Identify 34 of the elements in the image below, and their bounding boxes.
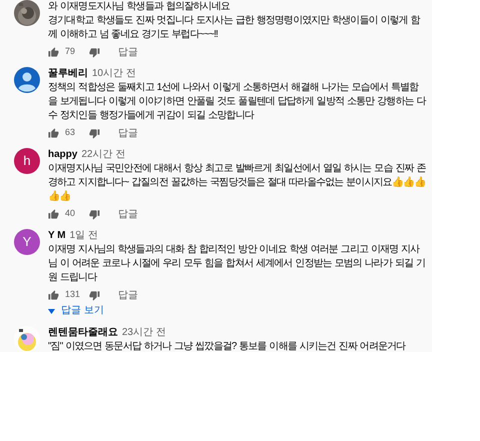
thumbs-down-icon[interactable]: [89, 208, 100, 220]
comment-time[interactable]: 22시간 전: [81, 148, 126, 162]
comment-text: 와 이재명도지사님 학생들과 협의잘하시네요: [48, 0, 231, 14]
letter-avatar: Y: [14, 229, 40, 255]
like-count: 40: [65, 207, 76, 220]
caret-icon: [48, 308, 55, 314]
comment-time[interactable]: 23시간 전: [122, 326, 166, 340]
letter-avatar: h: [14, 148, 40, 174]
thumbs-up-icon[interactable]: [48, 208, 59, 220]
author-name[interactable]: Y M: [48, 229, 66, 243]
comment-time[interactable]: 10시간 전: [92, 67, 136, 81]
thumbs-up-icon[interactable]: [48, 46, 59, 58]
like-count: 63: [65, 126, 76, 140]
reply-button[interactable]: 답글: [118, 206, 138, 222]
like-count: 79: [65, 45, 76, 58]
thumbs-up-icon[interactable]: [48, 128, 59, 138]
reply-button[interactable]: 답글: [118, 126, 138, 140]
comment-text: 이재명지사님 국민안전에 대해서 항상 최고로 발빠르게 최일선에서 열일 하시는 모습 진짜 존경하고 지지합니다~ 갑질의전 꿀값하는 국찜당것들은 절대 따라올수없는 분이시지요👍👍👍👍👍: [48, 162, 426, 204]
view-replies-button[interactable]: 답글 보기: [48, 304, 104, 318]
comment-time[interactable]: 1일 전: [70, 229, 98, 243]
thumbs-down-icon[interactable]: [89, 128, 100, 138]
comment-text: "짐" 이였으면 동문서답 하거나 그냥 씹깠을걸? 통보를 이해를 시키는건 진짜 어려운거다: [48, 340, 407, 352]
thumbs-down-icon[interactable]: [89, 46, 100, 58]
author-name[interactable]: 꿀루베리: [48, 67, 88, 81]
comment-text: 이재명 지사님의 학생들과의 대화 참 합리적인 방안 이네요 학생 여러분 그리고 이재명 지사님 이 어려운 코로나 시절에 우리 모두 힘을 합쳐서 세계에서 인정받는 모범의 나라가 되길 기원 드립니다: [48, 243, 426, 285]
reply-button[interactable]: 답글: [118, 288, 138, 302]
like-count: 131: [65, 288, 82, 302]
author-name[interactable]: happy: [48, 148, 78, 162]
comment-text: 정책의 적합성은 둘째치고 1선에 나와서 이렇게 소통하면서 해결해 나가는 모습에서 특별함을 보게됩니다 이렇게 이야기하면 안풀릴 것도 풀릴텐데 답답하게 일방적 소통만 강행하는 다수 정치인들 행정가들에게 귀감이 되길 소망합니다: [48, 81, 426, 123]
thumbs-down-icon[interactable]: [89, 290, 100, 300]
comment-text: 경기대학교 학생들도 진짜 멋집니다 도지사는 급한 행정명령이였지만 학생이들이 이렇게 함께 이해하고 넘 좋네요 경기도 부럽다~~~!!: [48, 14, 422, 42]
thumbs-up-icon[interactable]: [48, 290, 59, 300]
author-name[interactable]: 렌텐뭄타줄래요: [48, 326, 118, 340]
reply-button[interactable]: 답글: [118, 44, 138, 60]
